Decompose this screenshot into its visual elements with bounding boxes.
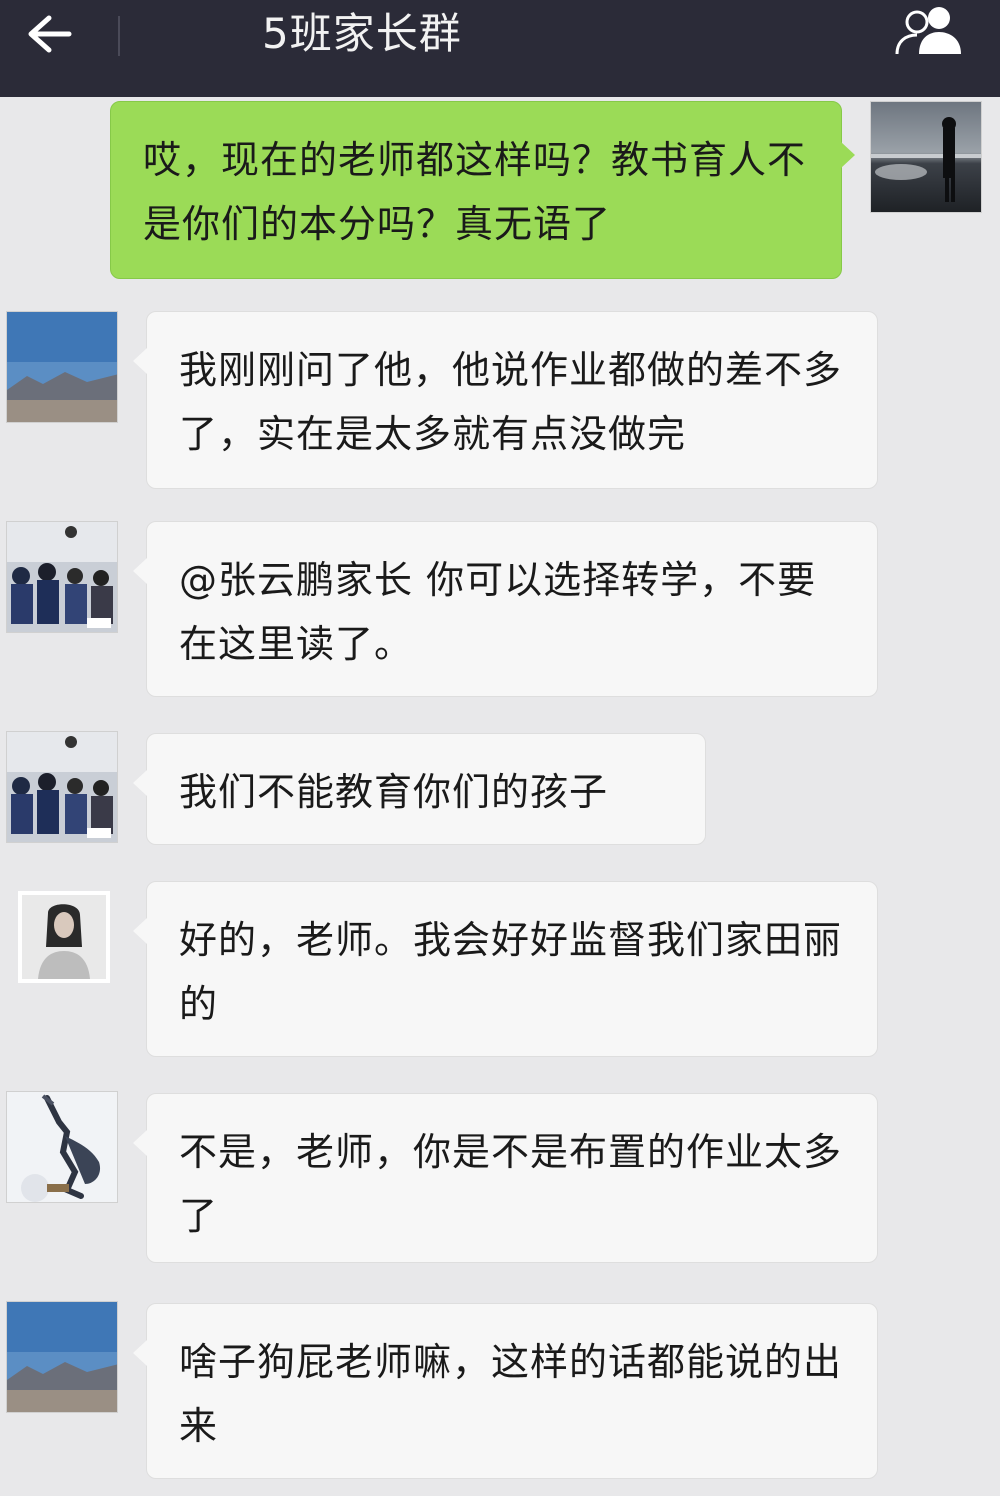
message-bubble[interactable]: 我刚刚问了他，他说作业都做的差不多了，实在是太多就有点没做完 (133, 311, 878, 489)
avatar[interactable] (6, 521, 118, 633)
message-text: 不是，老师，你是不是布置的作业太多了 (179, 1130, 843, 1238)
avatar-dancer-figure-image (7, 1092, 117, 1202)
avatar[interactable] (18, 891, 110, 983)
avatar[interactable] (6, 311, 118, 423)
avatar-blue-sky-mountains-image (7, 1302, 117, 1412)
avatar-woman-portrait-image (22, 895, 106, 979)
avatar-classroom-group-image (7, 732, 117, 842)
message-text: 啥子狗屁老师嘛，这样的话都能说的出来 (179, 1340, 843, 1448)
avatar[interactable] (6, 1091, 118, 1203)
header-divider (118, 16, 120, 56)
avatar[interactable] (870, 101, 982, 213)
message-text: 我刚刚问了他，他说作业都做的差不多了，实在是太多就有点没做完 (179, 348, 843, 456)
chat-header: 5班家长群 (0, 0, 1000, 97)
back-button[interactable] (14, 8, 84, 64)
message-text: 好的，老师。我会好好监督我们家田丽的 (179, 918, 843, 1026)
message-bubble[interactable]: 好的，老师。我会好好监督我们家田丽的 (133, 881, 878, 1057)
message-text: 我们不能教育你们的孩子 (179, 770, 609, 814)
message-text: 哎，现在的老师都这样吗？教书育人不是你们的本分吗？真无语了 (143, 138, 807, 246)
message-bubble-outgoing[interactable]: 哎，现在的老师都这样吗？教书育人不是你们的本分吗？真无语了 (110, 101, 855, 279)
avatar-blue-sky-mountains-image (7, 312, 117, 422)
message-bubble[interactable]: 不是，老师，你是不是布置的作业太多了 (133, 1093, 878, 1263)
back-arrow-icon (23, 12, 75, 60)
message-bubble[interactable]: @张云鹏家长 你可以选择转学，不要在这里读了。 (133, 521, 878, 697)
message-bubble[interactable]: 啥子狗屁老师嘛，这样的话都能说的出来 (133, 1303, 878, 1479)
avatar-lake-silhouette-image (871, 102, 981, 212)
avatar-classroom-group-image (7, 522, 117, 632)
group-members-button[interactable] (890, 2, 970, 62)
avatar[interactable] (6, 731, 118, 843)
message-text: @张云鹏家长 你可以选择转学，不要在这里读了。 (179, 558, 817, 666)
group-members-icon (891, 2, 969, 62)
message-bubble[interactable]: 我们不能教育你们的孩子 (133, 733, 706, 845)
page-title: 5班家长群 (262, 9, 462, 58)
avatar[interactable] (6, 1301, 118, 1413)
message-list[interactable]: 哎，现在的老师都这样吗？教书育人不是你们的本分吗？真无语了 我刚刚问了他，他说作… (0, 97, 1000, 1496)
